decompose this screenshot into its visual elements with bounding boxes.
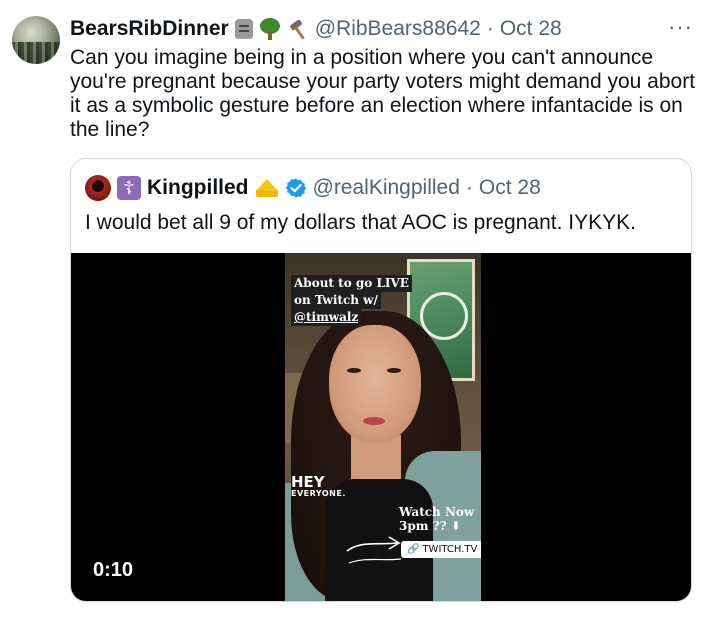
video-frame: About to go LIVE on Twitch w/ @timwalz H… (285, 253, 481, 601)
moai-emoji-icon (234, 19, 253, 39)
tweet[interactable]: BearsRibDinner @RibBears88642 · Oct 28 ·… (0, 0, 706, 618)
tree-emoji-icon (259, 18, 281, 40)
tweet-date[interactable]: Oct 28 (500, 17, 562, 41)
live-announcement-overlay: About to go LIVE on Twitch w/ @timwalz (291, 275, 412, 326)
quoted-tweet-header: ☦ Kingpilled @realKingpilled · Oct 28 (85, 175, 541, 201)
everyone-text: EVERYONE. (291, 489, 346, 498)
crown-emoji-icon (255, 179, 279, 197)
person-lips (363, 417, 385, 425)
person-eye (347, 368, 361, 373)
overlay-line-1: About to go LIVE (291, 275, 412, 292)
quoted-tweet-date[interactable]: Oct 28 (479, 176, 541, 200)
author-name[interactable]: BearsRibDinner (70, 17, 229, 41)
person-eye (387, 368, 401, 373)
verified-badge-icon (285, 178, 306, 198)
quoted-author-name[interactable]: Kingpilled (147, 176, 249, 200)
watch-now-caption: Watch Now 3pm ?? ⬇ (399, 505, 474, 533)
person-face (329, 325, 421, 443)
twitch-link-sticker: 🔗 TWITCH.TV (401, 541, 481, 558)
quoted-author-avatar[interactable] (85, 175, 111, 201)
link-icon: 🔗 (407, 544, 420, 555)
video-duration: 0:10 (93, 559, 134, 581)
quoted-tweet-text: I would bet all 9 of my dollars that AOC… (85, 211, 636, 234)
author-handle[interactable]: @RibBears88642 (315, 17, 481, 41)
hey-everyone-caption: HEY EVERYONE. (291, 475, 346, 499)
orthodox-cross-icon: ☦ (117, 176, 141, 200)
hammer-emoji-icon (287, 18, 309, 40)
tweet-text: Can you imagine being in a position wher… (70, 46, 696, 141)
overlay-line-2: on Twitch w/ (291, 292, 381, 309)
separator-dot: · (486, 17, 494, 40)
arrow-scribble-icon (346, 536, 402, 564)
quoted-tweet[interactable]: ☦ Kingpilled @realKingpilled · Oct 28 I … (70, 158, 692, 602)
author-avatar[interactable] (12, 16, 60, 64)
overlay-mention: @timwalz (291, 309, 362, 326)
tweet-header: BearsRibDinner @RibBears88642 · Oct 28 (70, 14, 562, 44)
watch-line-2: 3pm ?? ⬇ (399, 519, 461, 533)
watch-line-1: Watch Now (399, 505, 475, 519)
quoted-author-handle[interactable]: @realKingpilled (313, 176, 460, 200)
more-options-icon[interactable]: ··· (668, 14, 693, 40)
separator-dot: · (465, 176, 473, 199)
video-player[interactable]: About to go LIVE on Twitch w/ @timwalz H… (71, 253, 691, 601)
twitch-link-label: TWITCH.TV (422, 544, 478, 555)
